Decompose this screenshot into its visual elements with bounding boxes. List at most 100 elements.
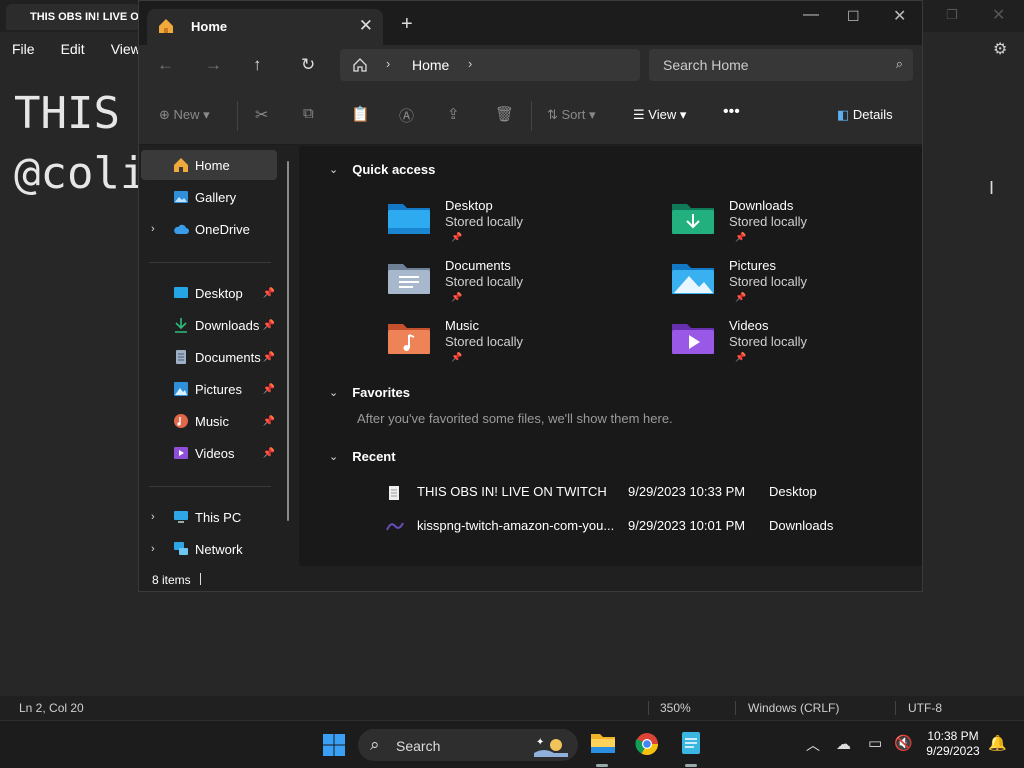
copy-icon[interactable]: ⧉ [303, 105, 314, 122]
sort-button[interactable]: ⇅ Sort ▾ [547, 107, 596, 123]
recent-row[interactable]: kisspng-twitch-amazon-com-you... 9/29/20… [386, 514, 919, 540]
more-options-icon[interactable]: ••• [723, 103, 740, 121]
view-button[interactable]: ☰ View ▾ [633, 107, 686, 123]
close-tab-icon[interactable]: ✕ [359, 16, 373, 36]
quick-access-downloads[interactable]: Downloads Stored locally 📌 [671, 198, 911, 250]
chevron-down-icon[interactable]: ⌄ [329, 450, 338, 463]
notepad-window-controls: ❐ ✕ [930, 0, 1024, 30]
search-input[interactable]: Search Home [663, 57, 749, 73]
quick-access-videos[interactable]: Videos Stored locally 📌 [671, 318, 911, 370]
running-indicator [596, 764, 608, 767]
quick-access-pictures[interactable]: Pictures Stored locally 📌 [671, 258, 911, 310]
menu-view[interactable]: View [111, 41, 141, 57]
explorer-tab-title: Home [191, 19, 228, 34]
menu-file[interactable]: File [12, 41, 35, 57]
sidebar-item-gallery[interactable]: Gallery [141, 182, 277, 212]
notification-bell-icon[interactable]: 🔔 [988, 734, 1007, 752]
navigation-pane: Home Gallery › OneDrive Desktop 📌 Downlo… [139, 146, 299, 566]
chevron-up-icon[interactable]: ︿ [806, 735, 820, 755]
sidebar-item-desktop[interactable]: Desktop 📌 [141, 278, 277, 308]
network-status-icon[interactable]: ▭ [868, 734, 882, 752]
chrome-icon[interactable] [635, 732, 659, 756]
chevron-down-icon[interactable]: ⌄ [329, 163, 338, 176]
recent-row[interactable]: THIS OBS IN! LIVE ON TWITCH 9/29/2023 10… [389, 480, 919, 506]
pc-icon [173, 509, 189, 525]
paste-icon[interactable]: 📋 [351, 105, 370, 123]
explorer-tab-home[interactable]: Home ✕ [147, 9, 383, 45]
sidebar-item-videos[interactable]: Videos 📌 [141, 438, 277, 468]
close-icon[interactable]: ✕ [992, 5, 1005, 25]
new-tab-icon[interactable]: + [401, 13, 413, 36]
forward-arrow-icon[interactable]: → [205, 55, 222, 75]
pin-icon: 📌 [451, 292, 463, 302]
file-explorer-taskbar-icon[interactable] [590, 731, 616, 755]
desktop-icon [173, 285, 189, 301]
volume-muted-icon[interactable]: 🔇 [894, 734, 913, 752]
documents-folder-icon [388, 264, 430, 294]
sidebar-item-this-pc[interactable]: › This PC [141, 502, 277, 532]
cut-icon[interactable]: ✂ [255, 105, 268, 125]
home-icon [159, 19, 173, 33]
chevron-right-icon: › [386, 56, 391, 71]
quick-access-music[interactable]: Music Stored locally 📌 [387, 318, 627, 370]
restore-icon[interactable]: ❐ [946, 7, 958, 23]
section-quick-access[interactable]: ⌄ Quick access [329, 162, 435, 177]
chevron-right-icon[interactable]: › [151, 511, 155, 523]
taskbar-search[interactable]: ⌕ Search ✦ [358, 729, 578, 761]
quick-access-documents[interactable]: Documents Stored locally 📌 [387, 258, 627, 310]
windows-start-icon[interactable] [322, 733, 346, 757]
maximize-icon[interactable]: ☐ [847, 8, 860, 25]
pin-icon[interactable]: 📌 [263, 416, 275, 427]
share-icon[interactable]: ⇪ [447, 105, 460, 123]
sidebar-item-home[interactable]: Home [141, 150, 277, 180]
menu-edit[interactable]: Edit [61, 41, 85, 57]
clock-date: 9/29/2023 [926, 744, 980, 758]
pin-icon[interactable]: 📌 [263, 448, 275, 459]
quick-access-desktop[interactable]: Desktop Stored locally 📌 [387, 198, 627, 250]
pin-icon[interactable]: 📌 [263, 352, 275, 363]
pin-icon[interactable]: 📌 [263, 320, 275, 331]
pin-icon: 📌 [735, 232, 747, 242]
gear-icon[interactable]: ⚙ [993, 39, 1007, 59]
chevron-right-icon[interactable]: › [468, 56, 472, 71]
encoding: UTF-8 [908, 701, 942, 715]
details-button[interactable]: ◧ Details [837, 107, 893, 123]
sidebar-item-music[interactable]: Music 📌 [141, 406, 277, 436]
notepad-tab[interactable]: THIS OBS IN! LIVE ON TWITCH [6, 4, 140, 30]
close-window-icon[interactable]: ✕ [893, 6, 906, 26]
sort-icon: ⇅ [547, 107, 562, 122]
sidebar-item-documents[interactable]: Documents 📌 [141, 342, 277, 372]
sidebar-item-network[interactable]: › Network [141, 534, 277, 564]
chevron-right-icon[interactable]: › [151, 223, 155, 235]
cloud-icon [173, 221, 189, 237]
address-crumb-home[interactable]: Home [412, 57, 449, 73]
chevron-right-icon[interactable]: › [151, 543, 155, 555]
pin-icon: 📌 [451, 352, 463, 362]
new-button[interactable]: ⊕ New ▾ [159, 107, 210, 123]
section-favorites[interactable]: ⌄ Favorites [329, 385, 410, 400]
refresh-icon[interactable]: ↻ [301, 55, 315, 75]
text-cursor-icon: I [989, 178, 995, 198]
pin-icon[interactable]: 📌 [263, 288, 275, 299]
onedrive-status-icon[interactable]: ☁ [836, 735, 851, 753]
section-recent[interactable]: ⌄ Recent [329, 449, 396, 464]
address-bar[interactable]: › Home › [340, 49, 640, 81]
sidebar-item-pictures[interactable]: Pictures 📌 [141, 374, 277, 404]
zoom-level: 350% [660, 701, 691, 715]
rename-icon[interactable]: Ⓐ [399, 105, 414, 126]
delete-icon[interactable]: 🗑 [495, 105, 514, 123]
sidebar-item-downloads[interactable]: Downloads 📌 [141, 310, 277, 340]
sidebar-item-onedrive[interactable]: › OneDrive [141, 214, 277, 244]
notepad-taskbar-icon[interactable] [680, 730, 702, 756]
network-icon [173, 541, 189, 557]
pin-icon[interactable]: 📌 [263, 384, 275, 395]
pictures-icon [173, 381, 189, 397]
clock[interactable]: 10:38 PM 9/29/2023 [918, 729, 988, 759]
minimize-icon[interactable]: — [803, 6, 819, 24]
search-box[interactable]: Search Home ⌕ [649, 49, 913, 81]
chevron-down-icon[interactable]: ⌄ [329, 386, 338, 399]
pin-icon: 📌 [735, 352, 747, 362]
back-arrow-icon[interactable]: ← [157, 55, 174, 75]
up-arrow-icon[interactable]: ↑ [253, 55, 262, 75]
sidebar-scrollbar[interactable] [287, 161, 289, 521]
